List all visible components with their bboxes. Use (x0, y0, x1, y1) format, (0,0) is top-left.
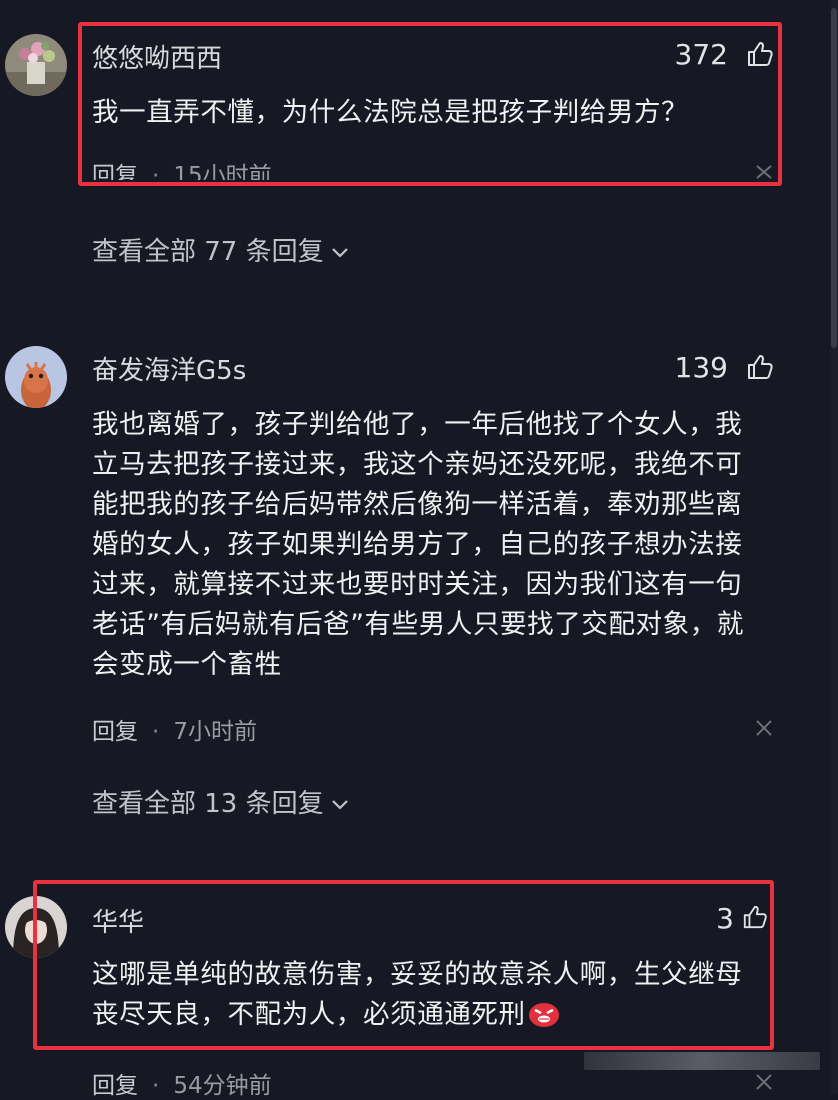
highlight-box (33, 880, 774, 1050)
like-count: 139 (674, 351, 728, 384)
separator-dot: · (152, 1073, 160, 1099)
view-all-replies-button[interactable]: 查看全部 77 条回复 (92, 231, 350, 268)
watermark (584, 1052, 820, 1070)
scrollbar[interactable] (830, 0, 838, 1094)
timestamp: 54分钟前 (173, 1073, 272, 1099)
thumbs-up-icon[interactable] (746, 353, 774, 381)
timestamp: 7小时前 (173, 719, 257, 745)
view-all-label: 查看全部 13 条回复 (92, 789, 324, 819)
scrollbar-thumb[interactable] (831, 8, 837, 348)
chevron-down-icon (331, 799, 348, 810)
comment-line: 立马去把孩子接过来，我这个亲妈还没死呢，我绝不可 (92, 449, 743, 480)
comment-line: 会变成一个畜牲 (92, 649, 282, 680)
comment-line: 过来，就算接不过来也要时时关注，因为我们这有一句 (92, 569, 743, 600)
close-icon[interactable] (754, 1072, 774, 1092)
separator-dot: · (152, 719, 160, 745)
comment-meta: 回复 · 54分钟前 (92, 1066, 272, 1100)
comment-line: 能把我的孩子给后妈带然后像狗一样活着，奉劝那些离 (92, 489, 743, 520)
avatar[interactable] (5, 346, 67, 408)
close-icon[interactable] (754, 718, 774, 738)
avatar[interactable] (5, 34, 67, 96)
view-all-replies-button[interactable]: 查看全部 13 条回复 (92, 783, 350, 820)
comment-text: 我也离婚了，孩子判给他了，一年后他找了个女人，我 立马去把孩子接过来，我这个亲妈… (92, 405, 782, 685)
comment-line: 婚的女人，孩子如果判给男方了，自己的孩子想办法接 (92, 529, 743, 560)
reply-button[interactable]: 回复 (92, 719, 138, 745)
comment-line: 我也离婚了，孩子判给他了，一年后他找了个女人，我 (92, 409, 743, 440)
reply-button[interactable]: 回复 (92, 1073, 138, 1099)
highlight-box (78, 22, 782, 186)
chevron-down-icon (331, 247, 348, 258)
view-all-label: 查看全部 77 条回复 (92, 237, 324, 267)
comment-meta: 回复 · 7小时前 (92, 712, 257, 746)
comment-line: 老话”有后妈就有后爸”有些男人只要找了交配对象，就 (92, 609, 744, 640)
username[interactable]: 奋发海洋G5s (92, 350, 246, 387)
